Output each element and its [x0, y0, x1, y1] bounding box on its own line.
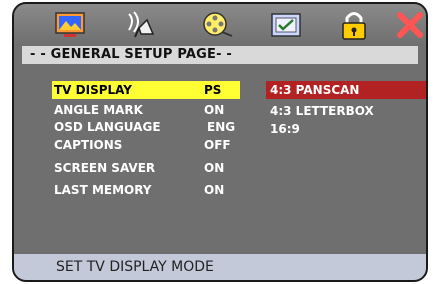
film-reel-icon[interactable] — [199, 8, 235, 42]
audio-icon[interactable] — [124, 8, 160, 42]
page-title: - - GENERAL SETUP PAGE- - — [22, 46, 418, 64]
setting-row-screen-saver[interactable]: SCREEN SAVER ON — [14, 159, 244, 177]
setup-menu-panel: - - GENERAL SETUP PAGE- - TV DISPLAY PS … — [12, 2, 428, 282]
setting-value: PS — [204, 83, 222, 97]
setting-value: ON — [204, 161, 225, 175]
setting-row-osd-language[interactable]: OSD LANGUAGE ENG — [14, 118, 244, 136]
option-4-3-letterbox[interactable]: 4:3 LETTERBOX — [266, 102, 426, 120]
tv-screen-icon[interactable] — [52, 8, 88, 42]
setting-row-captions[interactable]: CAPTIONS OFF — [14, 136, 244, 154]
status-bar: SET TV DISPLAY MODE — [14, 254, 426, 280]
setting-value: ON — [204, 103, 225, 117]
close-x-icon[interactable] — [392, 8, 426, 42]
setting-value: ENG — [207, 120, 236, 134]
setting-row-angle-mark[interactable]: ANGLE MARK ON — [14, 101, 244, 119]
setting-value: OFF — [204, 138, 231, 152]
setting-row-tv-display[interactable]: TV DISPLAY PS — [14, 81, 244, 99]
setting-value: ON — [204, 183, 225, 197]
lock-icon[interactable] — [336, 8, 372, 42]
option-16-9[interactable]: 16:9 — [266, 120, 426, 138]
icon-toolbar — [14, 4, 426, 46]
option-4-3-panscan[interactable]: 4:3 PANSCAN — [266, 81, 426, 99]
checklist-icon[interactable] — [268, 8, 304, 42]
setting-row-last-memory[interactable]: LAST MEMORY ON — [14, 181, 244, 199]
